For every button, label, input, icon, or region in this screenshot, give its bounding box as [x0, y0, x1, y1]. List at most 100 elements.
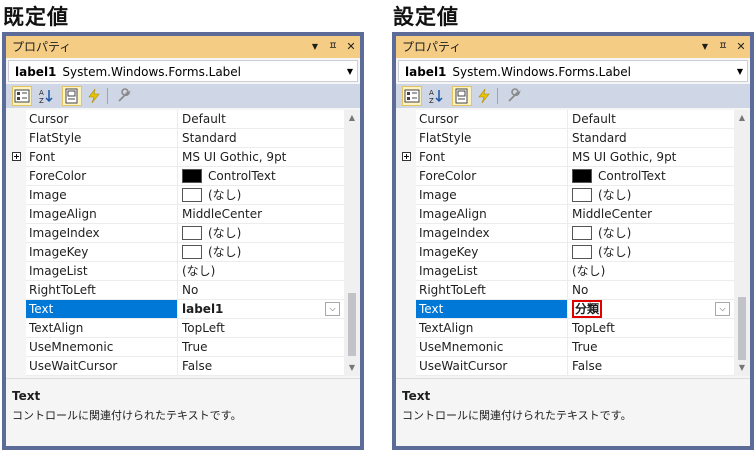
property-row-font[interactable]: Font MS UI Gothic, 9pt: [6, 148, 344, 167]
property-row-righttoleft[interactable]: RightToLeft No: [396, 281, 734, 300]
expand-icon[interactable]: [12, 152, 21, 161]
property-value: (なし): [568, 262, 734, 281]
property-row-imagealign[interactable]: ImageAlign MiddleCenter: [6, 205, 344, 224]
events-button[interactable]: [84, 86, 104, 106]
row-margin: [6, 224, 26, 243]
alphabetical-button[interactable]: AZ: [426, 86, 446, 106]
property-row-forecolor[interactable]: ForeColor ControlText: [396, 167, 734, 186]
vertical-scrollbar[interactable]: ▲ ▼: [344, 110, 360, 376]
scroll-thumb[interactable]: [738, 297, 746, 360]
close-icon[interactable]: ✕: [736, 36, 746, 58]
property-row-image[interactable]: Image (なし): [6, 186, 344, 205]
color-swatch: [572, 169, 592, 183]
pin-icon[interactable]: ㅍ: [718, 36, 728, 58]
alphabetical-button[interactable]: AZ: [36, 86, 56, 106]
property-row-font[interactable]: Font MS UI Gothic, 9pt: [396, 148, 734, 167]
chevron-down-icon[interactable]: ▼: [310, 36, 320, 58]
property-row-imagekey[interactable]: ImageKey (なし): [6, 243, 344, 262]
scroll-down-icon[interactable]: ▼: [344, 360, 360, 376]
properties-panel-set: プロパティ ▼ ㅍ ✕ label1 System.Windows.Forms.Label…: [392, 32, 754, 450]
property-row-textalign[interactable]: TextAlign TopLeft: [6, 319, 344, 338]
property-row-righttoleft[interactable]: RightToLeft No: [6, 281, 344, 300]
property-name: ForeColor: [26, 167, 178, 186]
description-title: Text: [402, 389, 431, 403]
property-value: ControlText: [568, 167, 734, 186]
property-row-cursor[interactable]: Cursor Default: [396, 110, 734, 129]
property-name: UseMnemonic: [416, 338, 568, 357]
properties-icon: [455, 88, 468, 104]
property-row-textalign[interactable]: TextAlign TopLeft: [396, 319, 734, 338]
property-row-text[interactable]: Text 分類 ⌵: [396, 300, 734, 319]
property-row-forecolor[interactable]: ForeColor ControlText: [6, 167, 344, 186]
color-swatch: [572, 226, 592, 240]
property-value: (なし): [178, 262, 344, 281]
object-selector[interactable]: label1 System.Windows.Forms.Label ▼: [8, 60, 358, 82]
property-row-imagelist[interactable]: ImageList (なし): [396, 262, 734, 281]
property-row-cursor[interactable]: Cursor Default: [6, 110, 344, 129]
row-margin: [6, 205, 26, 224]
row-margin: [6, 319, 26, 338]
property-row-imagelist[interactable]: ImageList (なし): [6, 262, 344, 281]
property-value-text: (なし): [208, 226, 242, 240]
property-value-text: Standard: [572, 131, 627, 145]
value-dropdown-button[interactable]: ⌵: [325, 302, 340, 316]
properties-button[interactable]: [452, 86, 472, 106]
property-row-imageindex[interactable]: ImageIndex (なし): [396, 224, 734, 243]
properties-button[interactable]: [62, 86, 82, 106]
close-icon[interactable]: ✕: [346, 36, 356, 58]
property-value-text: Default: [572, 112, 616, 126]
scroll-up-icon[interactable]: ▲: [344, 110, 360, 126]
property-value: TopLeft: [568, 319, 734, 338]
categorized-button[interactable]: [402, 86, 422, 106]
vertical-scrollbar[interactable]: ▲ ▼: [734, 110, 750, 376]
property-toolbar: AZ: [6, 84, 360, 108]
events-button[interactable]: [474, 86, 494, 106]
property-row-flatstyle[interactable]: FlatStyle Standard: [396, 129, 734, 148]
color-swatch: [572, 188, 592, 202]
property-value[interactable]: 分類 ⌵: [568, 300, 734, 319]
object-selector[interactable]: label1 System.Windows.Forms.Label ▼: [398, 60, 748, 82]
dropdown-arrow-icon[interactable]: ▼: [347, 61, 353, 83]
color-swatch: [182, 245, 202, 259]
titlebar-controls: ▼ ㅍ ✕: [700, 36, 746, 58]
property-name: ImageIndex: [416, 224, 568, 243]
property-row-imageindex[interactable]: ImageIndex (なし): [6, 224, 344, 243]
property-name: Text: [416, 300, 568, 319]
chevron-down-icon[interactable]: ▼: [700, 36, 710, 58]
property-value: MS UI Gothic, 9pt: [178, 148, 344, 167]
property-row-imagekey[interactable]: ImageKey (なし): [396, 243, 734, 262]
expand-icon[interactable]: [402, 152, 411, 161]
property-value-text: (なし): [182, 264, 216, 278]
property-row-flatstyle[interactable]: FlatStyle Standard: [6, 129, 344, 148]
window-title: プロパティ: [402, 40, 462, 54]
color-swatch: [182, 188, 202, 202]
property-row-usemnemonic[interactable]: UseMnemonic True: [396, 338, 734, 357]
property-value-text: (なし): [598, 226, 632, 240]
row-margin: [396, 129, 416, 148]
property-value: No: [178, 281, 344, 300]
property-row-usemnemonic[interactable]: UseMnemonic True: [6, 338, 344, 357]
pin-icon[interactable]: ㅍ: [328, 36, 338, 58]
property-row-text[interactable]: Text label1 ⌵: [6, 300, 344, 319]
property-value: False: [178, 357, 344, 376]
property-pages-button[interactable]: [504, 86, 524, 106]
property-value-text: False: [182, 359, 213, 373]
property-row-usewaitcursor[interactable]: UseWaitCursor False: [396, 357, 734, 376]
scroll-thumb[interactable]: [348, 293, 356, 356]
scroll-down-icon[interactable]: ▼: [734, 360, 750, 376]
description-text: コントロールに関連付けられたテキストです。: [12, 409, 242, 422]
property-row-imagealign[interactable]: ImageAlign MiddleCenter: [396, 205, 734, 224]
property-value: (なし): [568, 224, 734, 243]
property-name: ImageList: [416, 262, 568, 281]
scroll-up-icon[interactable]: ▲: [734, 110, 750, 126]
text-value-highlight[interactable]: 分類: [572, 300, 603, 318]
value-dropdown-button[interactable]: ⌵: [715, 302, 730, 316]
titlebar-controls: ▼ ㅍ ✕: [310, 36, 356, 58]
property-pages-button[interactable]: [114, 86, 134, 106]
property-row-image[interactable]: Image (なし): [396, 186, 734, 205]
property-name: UseWaitCursor: [416, 357, 568, 376]
dropdown-arrow-icon[interactable]: ▼: [737, 61, 743, 83]
property-value[interactable]: label1 ⌵: [178, 300, 344, 319]
categorized-button[interactable]: [12, 86, 32, 106]
property-row-usewaitcursor[interactable]: UseWaitCursor False: [6, 357, 344, 376]
